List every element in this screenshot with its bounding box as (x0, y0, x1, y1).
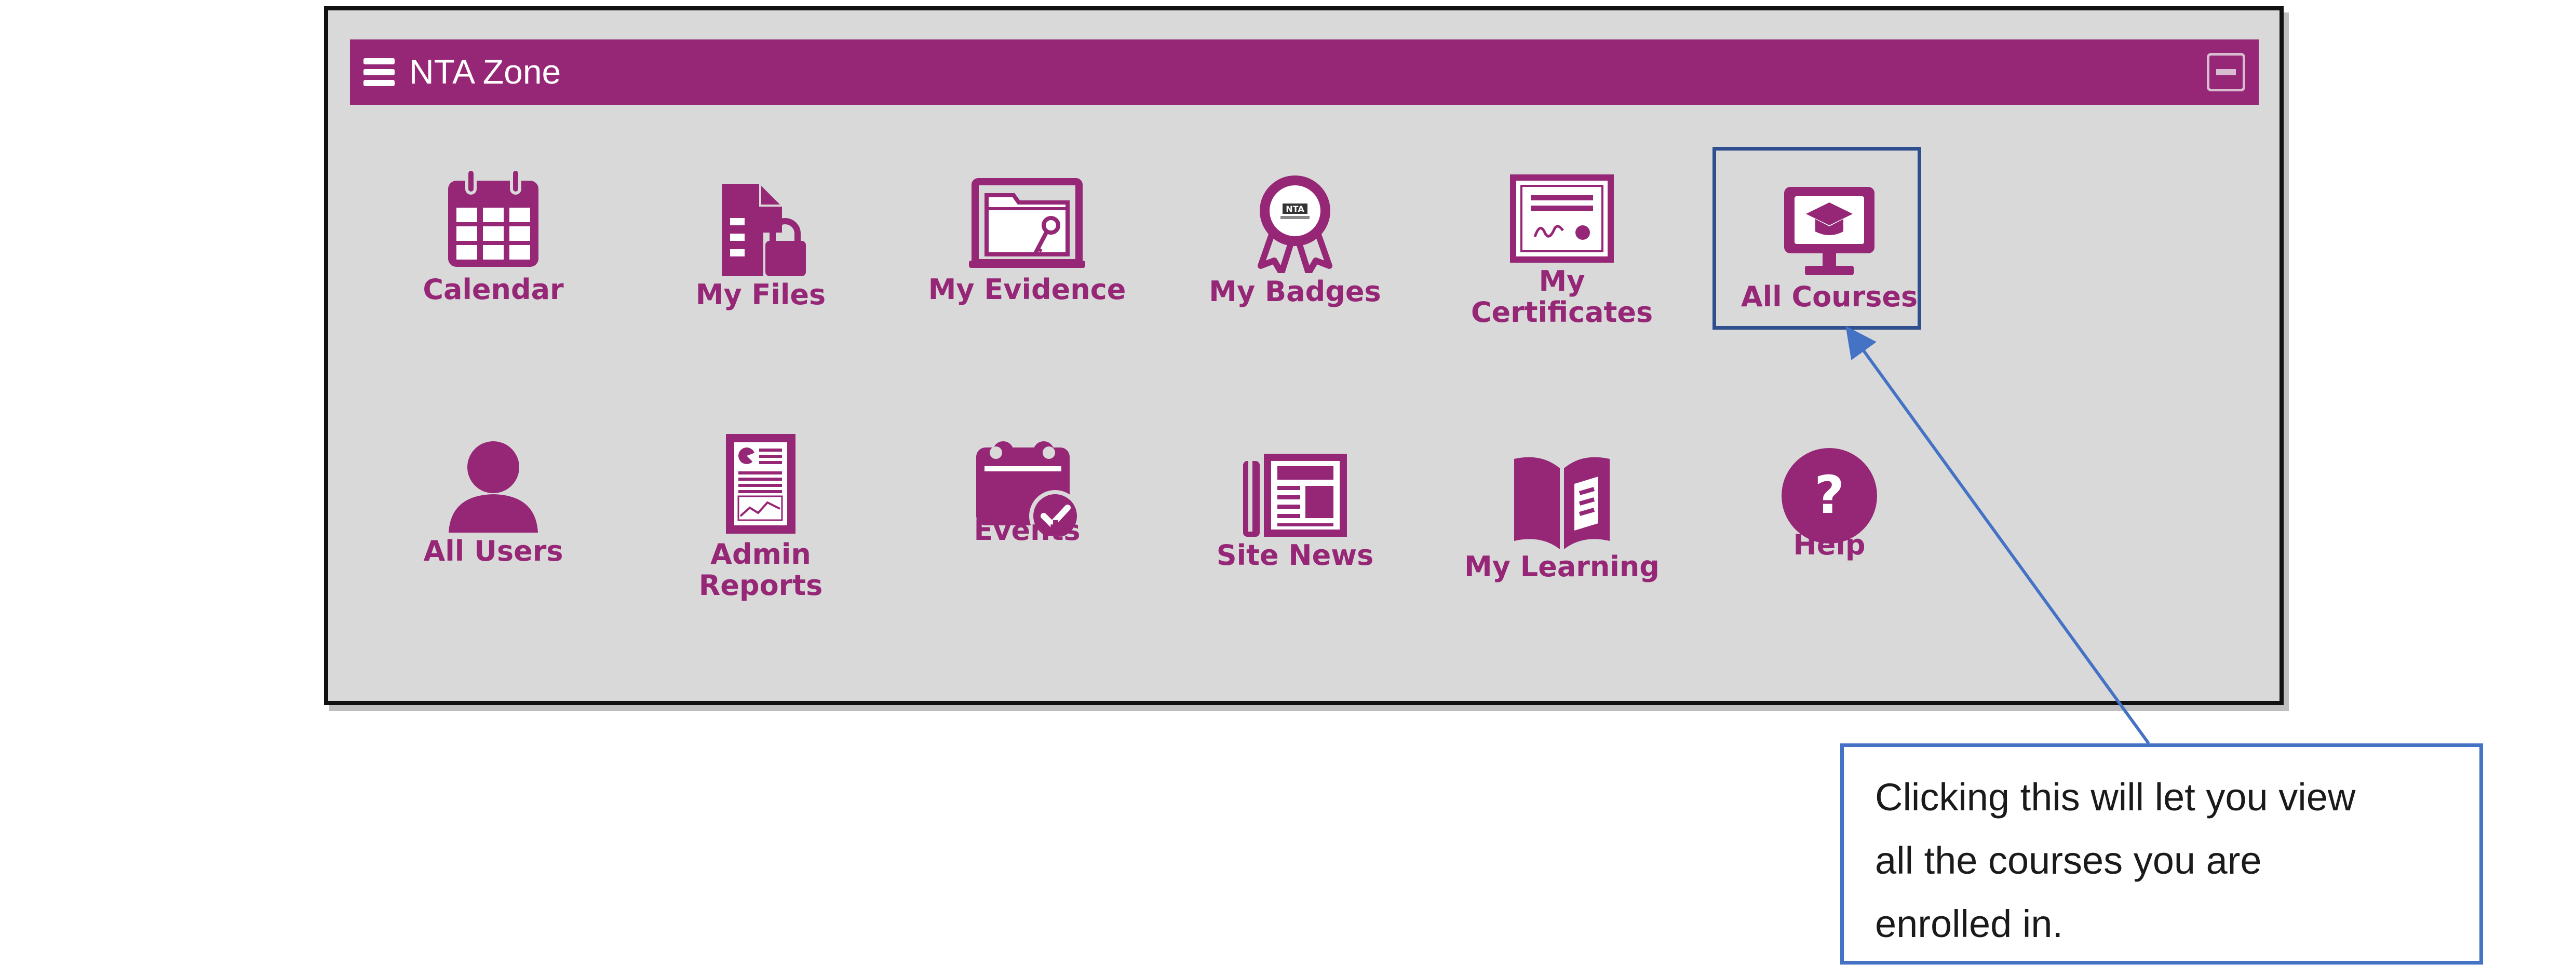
callout-line: enrolled in. (1875, 902, 2064, 945)
callout-line: all the courses you are (1875, 839, 2262, 882)
callout-line: Clicking this will let you view (1875, 776, 2356, 819)
callout-box: Clicking this will let you view all the … (1840, 743, 2483, 965)
